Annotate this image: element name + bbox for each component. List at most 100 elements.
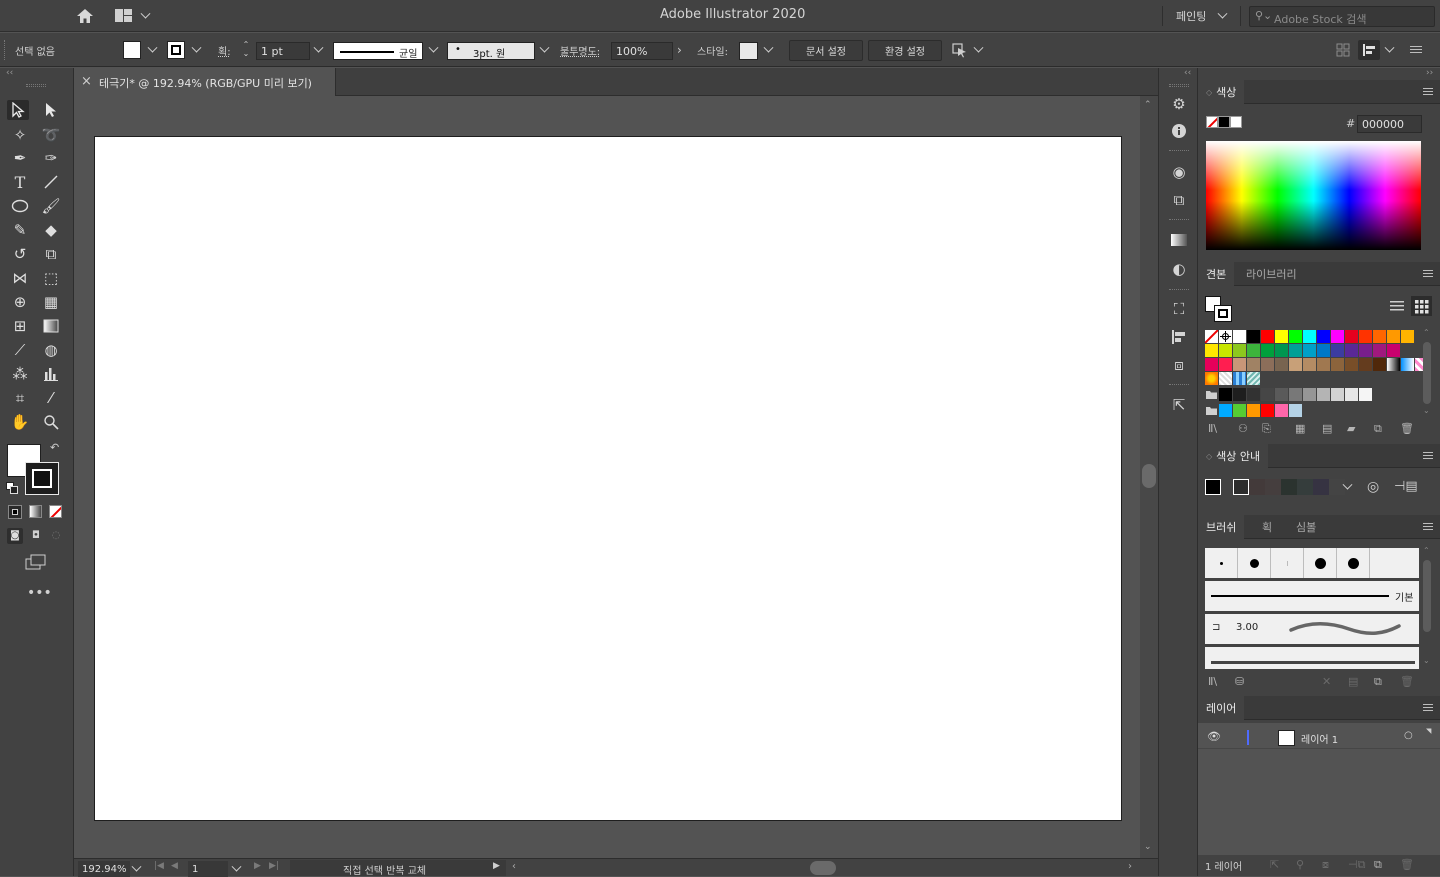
tab-layers[interactable]: 레이어 [1198, 696, 1245, 720]
scroll-thumb[interactable] [1142, 464, 1156, 488]
new-group-icon[interactable]: ▰ [1347, 422, 1355, 435]
scroll-right-icon[interactable]: › [1128, 861, 1132, 872]
artboard-number-input[interactable]: 1 [188, 861, 228, 877]
swatch-cell[interactable] [1345, 344, 1358, 357]
tab-libraries[interactable]: 라이브러리 [1238, 262, 1305, 286]
harmony-swatch[interactable] [1313, 479, 1329, 495]
swatch-cell[interactable] [1233, 330, 1246, 343]
brush-options-icon[interactable]: ▤ [1348, 675, 1358, 688]
arrange-icon[interactable] [952, 42, 968, 58]
pathfinder-panel-icon[interactable]: ⧈ [1169, 355, 1189, 375]
swatch-cell[interactable] [1387, 358, 1400, 371]
swatch-cell[interactable] [1247, 404, 1260, 417]
swatch-cell[interactable] [1289, 404, 1302, 417]
swatch-cell[interactable] [1247, 344, 1260, 357]
previous-artboard-icon[interactable]: ◀ [171, 861, 178, 871]
chevron-down-icon[interactable] [130, 863, 142, 875]
swatch-cell[interactable] [1233, 388, 1246, 401]
swatch-cell[interactable] [1261, 388, 1274, 401]
swatch-cell[interactable] [1275, 358, 1288, 371]
swatch-cell[interactable] [1303, 388, 1316, 401]
grip-handle[interactable] [26, 84, 46, 87]
swatch-cell[interactable] [1345, 358, 1358, 371]
stroke-profile-select[interactable]: 균일 [333, 42, 423, 60]
screen-mode-icon[interactable] [25, 554, 47, 570]
line-segment-tool-icon[interactable] [40, 172, 62, 192]
scroll-down-icon[interactable]: ⌄ [1423, 406, 1430, 415]
harmony-swatch[interactable] [1265, 479, 1281, 495]
swatch-cell[interactable] [1233, 358, 1246, 371]
swatch-cell[interactable] [1247, 372, 1260, 385]
scroll-up-icon[interactable]: ⌃ [1423, 546, 1430, 555]
swatch-cell[interactable] [1275, 388, 1288, 401]
delete-swatch-icon[interactable]: 🗑 [1400, 422, 1414, 435]
perspective-grid-tool-icon[interactable]: ▦ [40, 292, 62, 312]
swatch-cell[interactable] [1275, 344, 1288, 357]
tab-symbols[interactable]: 심볼 [1288, 515, 1324, 539]
swatch-cell[interactable] [1233, 372, 1246, 385]
grip-handle[interactable] [1169, 84, 1189, 87]
workspace-switcher[interactable]: 페인팅 [1176, 8, 1206, 24]
swatch-cell[interactable] [1317, 358, 1330, 371]
swatch-cell[interactable] [1261, 330, 1274, 343]
stroke-weight-stepper[interactable]: ⌃ ⌄ [240, 40, 252, 60]
swatch-cell[interactable] [1303, 344, 1316, 357]
transparency-panel-icon[interactable]: ◐ [1169, 259, 1189, 279]
draw-behind-icon[interactable]: ◘ [28, 528, 44, 544]
align-panel-icon[interactable] [1358, 40, 1380, 60]
new-brush-icon[interactable]: ⧉ [1374, 675, 1382, 689]
add-to-library-icon[interactable]: ⎘ [1262, 422, 1271, 436]
draw-inside-icon[interactable]: ◌ [48, 528, 64, 544]
swatch-cell[interactable] [1303, 330, 1316, 343]
harmony-swatch[interactable] [1205, 479, 1221, 495]
swatch-cell[interactable] [1261, 344, 1274, 357]
new-sublayer-icon[interactable]: ⊣⧉ [1348, 858, 1365, 872]
magic-wand-tool-icon[interactable]: ✧ [9, 125, 31, 145]
chevron-down-icon[interactable] [190, 44, 202, 56]
scroll-thumb[interactable] [1423, 342, 1431, 404]
artboard[interactable] [94, 136, 1122, 821]
artboard-tool-icon[interactable]: ⌗ [9, 388, 31, 408]
new-swatch-icon[interactable]: ⧉ [1374, 422, 1382, 436]
swatch-cell[interactable] [1317, 388, 1330, 401]
swatch-cell[interactable] [1331, 388, 1344, 401]
chevron-down-icon[interactable] [1216, 10, 1228, 22]
scroll-thumb[interactable] [810, 861, 836, 875]
tab-color-guide[interactable]: ◇ 색상 안내 [1198, 444, 1269, 468]
draw-normal-icon[interactable]: ◙ [7, 528, 23, 544]
mesh-tool-icon[interactable]: ⊞ [9, 316, 31, 336]
swatch-cell[interactable] [1359, 344, 1372, 357]
first-artboard-icon[interactable]: |◀ [154, 861, 164, 871]
panel-menu-icon[interactable] [1422, 86, 1434, 98]
swatch-cell[interactable] [1204, 329, 1219, 344]
stroke-weight-input[interactable]: 1 pt [256, 42, 310, 60]
swatch-cell[interactable] [1219, 372, 1232, 385]
swatch-cell[interactable] [1317, 344, 1330, 357]
collapse-arrows-icon[interactable]: ‹‹ [1184, 68, 1191, 78]
locate-object-icon[interactable]: ⚲ [1296, 858, 1304, 871]
swatch-cell[interactable] [1317, 330, 1330, 343]
swatch-scrollbar[interactable]: ⌃ ⌄ [1422, 328, 1432, 418]
chevron-down-icon[interactable] [312, 44, 324, 56]
swatch-options-icon[interactable]: ▦ [1295, 422, 1305, 435]
hand-tool-icon[interactable]: ✋ [9, 412, 31, 432]
color-mode-icon[interactable] [8, 505, 22, 519]
swatch-cell[interactable] [1373, 330, 1386, 343]
swatch-cell[interactable] [1387, 344, 1400, 357]
recolor-artwork-icon[interactable]: ◎ [1367, 479, 1379, 495]
close-tab-icon[interactable]: × [81, 74, 92, 89]
swatch-cell[interactable] [1387, 330, 1400, 343]
brush-cell[interactable] [1304, 548, 1337, 578]
panel-menu-icon[interactable] [1422, 702, 1434, 714]
color-spectrum[interactable] [1206, 141, 1421, 250]
swatch-cell[interactable] [1219, 404, 1232, 417]
save-color-group-icon[interactable]: ⊣▤ [1394, 479, 1418, 494]
scroll-thumb[interactable] [1423, 560, 1431, 632]
swatch-cell[interactable] [1401, 330, 1414, 343]
arrange-documents-icon[interactable] [115, 9, 133, 23]
none-mode-icon[interactable] [49, 505, 62, 518]
white-color-swatch[interactable] [1230, 116, 1242, 128]
shape-builder-tool-icon[interactable]: ⊕ [9, 292, 31, 312]
collect-export-icon[interactable]: ⇱ [1270, 858, 1279, 871]
swatch-cell[interactable] [1373, 358, 1386, 371]
